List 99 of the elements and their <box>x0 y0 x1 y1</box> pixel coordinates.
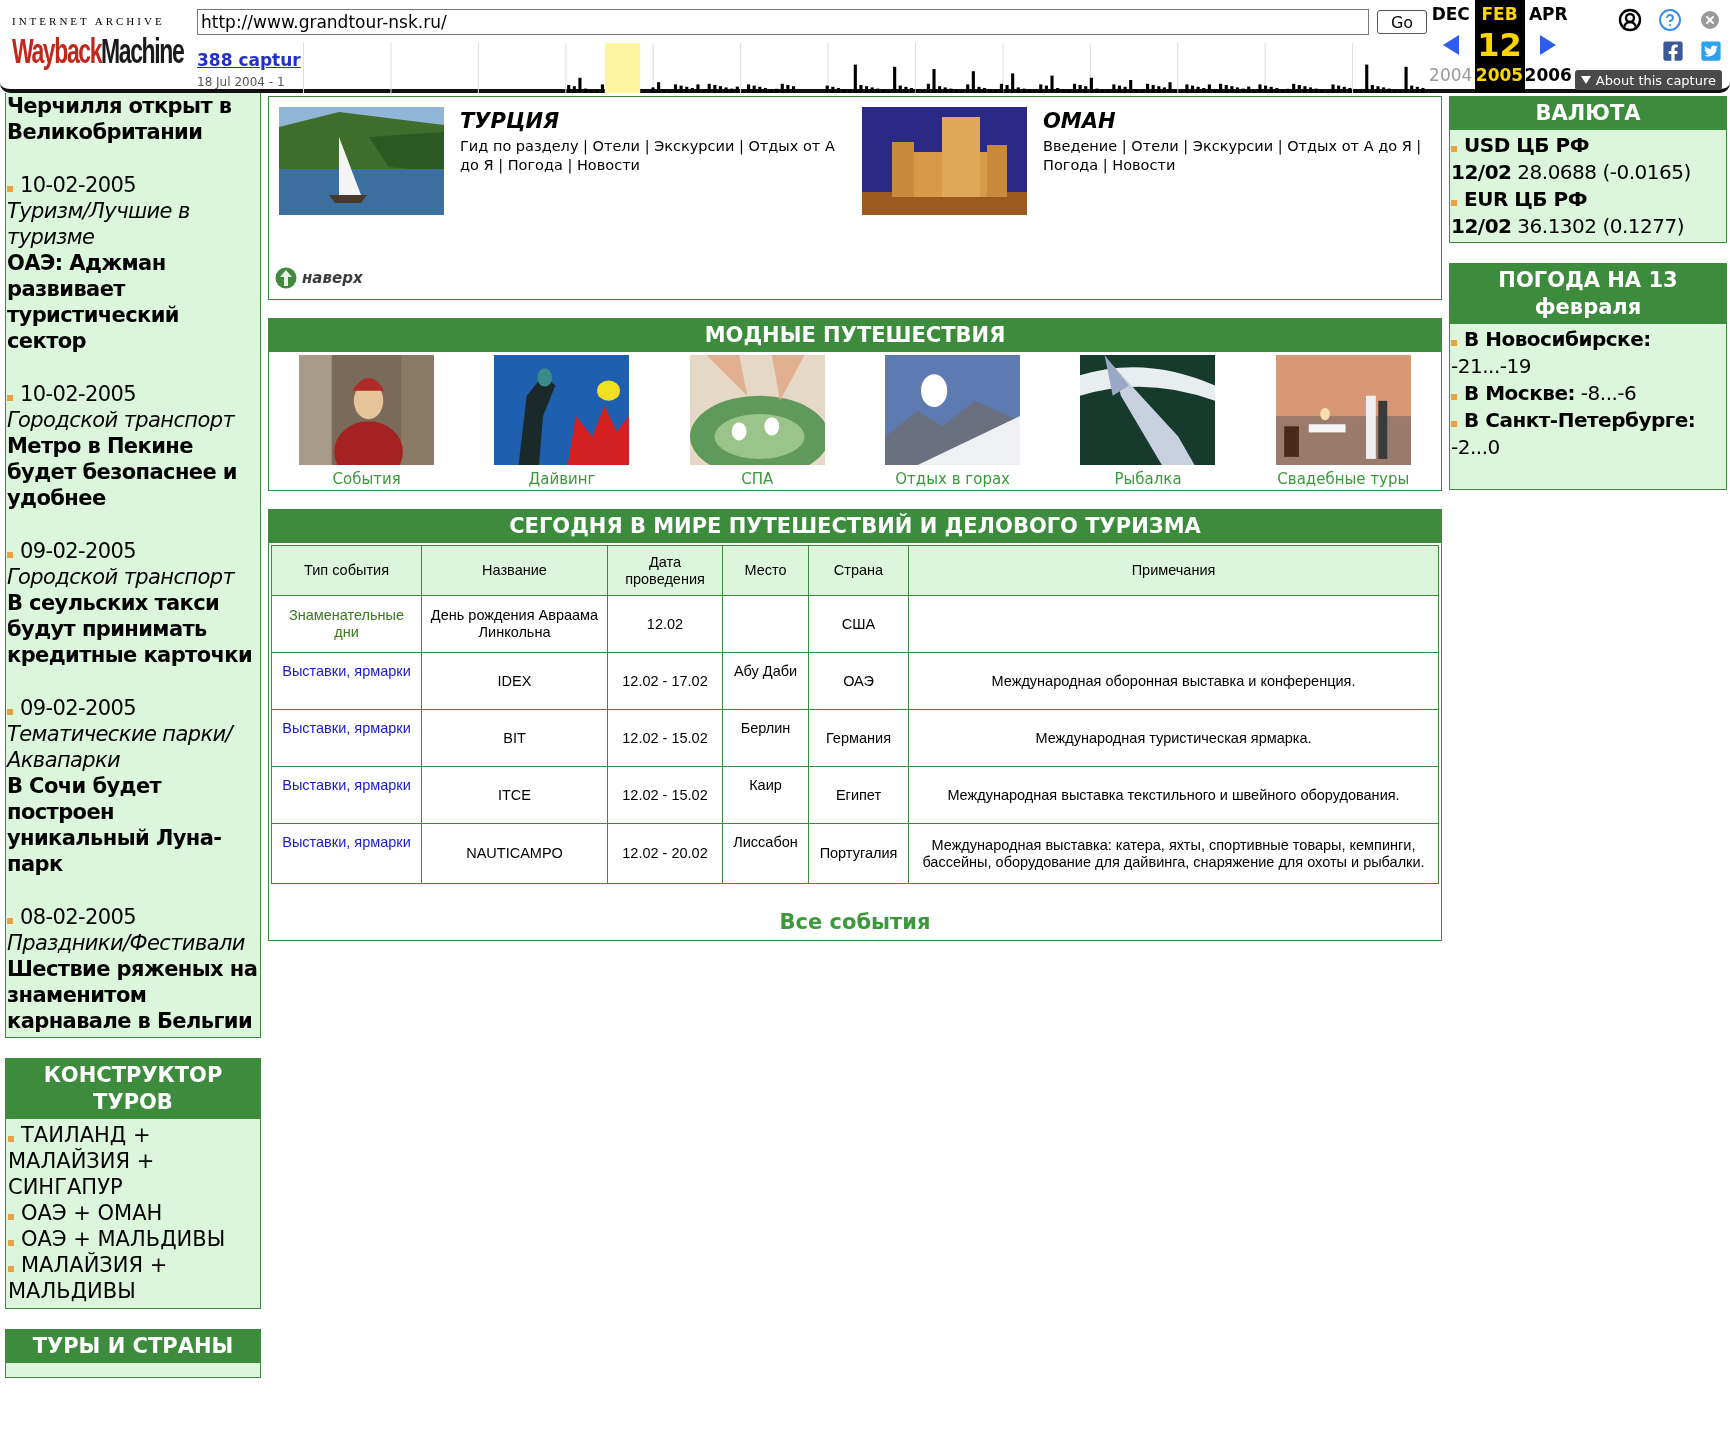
table-cell: NAUTICAMPO <box>421 823 608 884</box>
news-category: Тематические парки/ Аквапарки <box>7 721 236 773</box>
news-category: Праздники/Фестивали <box>7 930 246 956</box>
event-type-link[interactable]: Выставки, ярмарки <box>278 777 415 794</box>
column-header: Место <box>722 545 809 596</box>
destination-title[interactable]: ОМАН <box>1043 109 1431 133</box>
section-title: СЕГОДНЯ В МИРЕ ПУТЕШЕСТВИЙ И ДЕЛОВОГО ТУРИЗМА <box>269 510 1441 543</box>
month-link[interactable]: FEB <box>1481 4 1518 24</box>
caret-icon <box>1580 76 1591 84</box>
table-cell: Египет <box>808 766 909 824</box>
about-capture-button[interactable]: About this capture <box>1574 70 1722 90</box>
table-cell: BIT <box>421 709 608 767</box>
category-link[interactable]: Отдых в горах <box>895 470 1010 488</box>
table-cell: IDEX <box>421 652 608 710</box>
news-headline[interactable]: Метро в Пекине будет безопаснее и удобнее <box>7 433 260 511</box>
archive-label: INTERNET ARCHIVE <box>12 15 165 27</box>
all-events-link[interactable]: Все события <box>779 910 931 934</box>
news-headline[interactable]: ОАЭ: Аджман развивает туристический сектор <box>7 250 260 354</box>
column-header: Примечания <box>908 545 1439 596</box>
table-cell: 12.02 - 20.02 <box>607 823 723 884</box>
news-date: 08-02-2005 <box>7 904 260 930</box>
news-date: 09-02-2005 <box>7 695 260 721</box>
table-cell: Абу Даби <box>722 652 809 710</box>
help-icon[interactable] <box>1658 8 1682 32</box>
panel-title: ТУРЫ И СТРАНЫ <box>6 1330 260 1363</box>
go-button[interactable]: Go <box>1377 10 1427 34</box>
table-cell: 12.02 <box>607 595 723 653</box>
close-icon[interactable] <box>1698 8 1722 32</box>
category-link[interactable]: Свадебные туры <box>1277 470 1410 488</box>
table-cell: 12.02 - 15.02 <box>607 709 723 767</box>
table-cell: ОАЭ <box>808 652 909 710</box>
panel-title: ВАЛЮТА <box>1450 97 1726 130</box>
section-links[interactable]: Гид по разделу | Отели | Экскурсии | Отдых от А до Я | Погода | Новости <box>460 137 848 175</box>
table-cell: Каир <box>722 766 809 824</box>
news-date: 10-02-2005 <box>7 172 260 198</box>
tour-link[interactable]: МАЛАЙЗИЯ + МАЛЬДИВЫ <box>8 1252 258 1304</box>
column-header: Дата проведения <box>607 545 723 596</box>
table-cell: США <box>808 595 909 653</box>
news-headline[interactable]: Шествие ряженых на знаменитом карнавале в Бельгии <box>7 956 260 1034</box>
tour-link[interactable]: ОАЭ + МАЛЬДИВЫ <box>8 1226 258 1252</box>
table-cell: 12.02 - 15.02 <box>607 766 723 824</box>
table-cell: Лиссабон <box>722 823 809 884</box>
current-year-highlight <box>604 43 641 93</box>
news-date: 09-02-2005 <box>7 538 260 564</box>
event-type-link[interactable]: Выставки, ярмарки <box>278 834 415 851</box>
news-category: Городской транспорт <box>7 407 236 433</box>
column-header: Страна <box>808 545 909 596</box>
table-cell: Международная туристическая ярмарка. <box>908 709 1439 767</box>
tour-link[interactable]: ТАИЛАНД + МАЛАЙЗИЯ + СИНГАПУР <box>8 1122 258 1200</box>
news-headline[interactable]: В сеульских такси будут принимать кредитные карточки <box>7 590 260 668</box>
back-to-top-link[interactable]: наверх <box>302 269 363 287</box>
news-category: Городской транспорт <box>7 564 236 590</box>
weather-entry: В Москве: -8...-6 <box>1451 380 1726 407</box>
url-field[interactable]: http://www.grandtour-nsk.ru/ <box>197 9 1369 35</box>
user-icon[interactable] <box>1618 8 1642 32</box>
date-range: 18 Jul 2004 - 1 <box>197 75 286 89</box>
currency-name: EUR ЦБ РФ <box>1451 186 1726 213</box>
category-link[interactable]: СПА <box>741 470 774 488</box>
event-type-link[interactable]: Выставки, ярмарки <box>278 663 415 680</box>
table-cell: 12.02 - 17.02 <box>607 652 723 710</box>
column-header: Название <box>421 545 608 596</box>
weather-entry: В Санкт-Петербурге: -2...0 <box>1451 407 1697 461</box>
column-header: Тип события <box>271 545 422 596</box>
news-headline[interactable]: Черчилля открыт в Великобритании <box>7 93 260 145</box>
category-link[interactable]: События <box>332 470 401 488</box>
destination-title[interactable]: ТУРЦИЯ <box>460 109 848 133</box>
news-category: Туризм/Лучшие в туризме <box>7 198 191 250</box>
event-type-link[interactable]: Знаменательные дни <box>278 607 415 641</box>
panel-title: КОНСТРУКТОР ТУРОВ <box>6 1059 260 1119</box>
table-cell: Португалия <box>808 823 909 884</box>
currency-rate: 12/02 28.0688 (-0.0165) <box>1451 159 1692 186</box>
year-link[interactable]: 2005 <box>1475 65 1524 85</box>
month-link[interactable]: DEC <box>1431 4 1470 24</box>
category-link[interactable]: Дайвинг <box>528 470 596 488</box>
table-cell: Германия <box>808 709 909 767</box>
table-cell: Международная выставка: катера, яхты, спортивные товары, кемпинги, бассейны, оборудование для дайвинга, снаряжение для охоты и рыбалки. <box>908 823 1439 884</box>
table-cell: ITCE <box>421 766 608 824</box>
currency-name: USD ЦБ РФ <box>1451 132 1726 159</box>
news-headline[interactable]: В Сочи будет построен уникальный Луна-парк <box>7 773 260 877</box>
section-links[interactable]: Введение | Отели | Экскурсии | Отдых от А до Я | Погода | Новости <box>1043 137 1431 175</box>
currency-rate: 12/02 36.1302 (0.1277) <box>1451 213 1685 240</box>
section-title: МОДНЫЕ ПУТЕШЕСТВИЯ <box>269 319 1441 352</box>
table-cell: Берлин <box>722 709 809 767</box>
news-date: 10-02-2005 <box>7 381 260 407</box>
day-number: 12 <box>1477 27 1522 62</box>
facebook-icon[interactable] <box>1662 40 1684 62</box>
twitter-icon[interactable] <box>1700 40 1722 62</box>
event-type-link[interactable]: Выставки, ярмарки <box>278 720 415 737</box>
table-cell: Международная оборонная выставка и конференция. <box>908 652 1439 710</box>
tour-link[interactable]: ОАЭ + ОМАН <box>8 1200 258 1226</box>
panel-title: ПОГОДА НА 13 февраля <box>1450 264 1726 324</box>
wayback-logo[interactable]: WaybackMachine <box>12 33 184 69</box>
month-link[interactable]: APR <box>1528 4 1568 24</box>
table-cell: День рождения Авраама Линкольна <box>421 595 608 653</box>
category-link[interactable]: Рыбалка <box>1114 470 1182 488</box>
year-link[interactable]: 2006 <box>1524 65 1572 85</box>
capture-histogram[interactable] <box>567 64 1425 93</box>
weather-entry: В Новосибирске: -21...-19 <box>1451 326 1652 380</box>
table-cell: Международная выставка текстильного и швейного оборудования. <box>908 766 1439 824</box>
